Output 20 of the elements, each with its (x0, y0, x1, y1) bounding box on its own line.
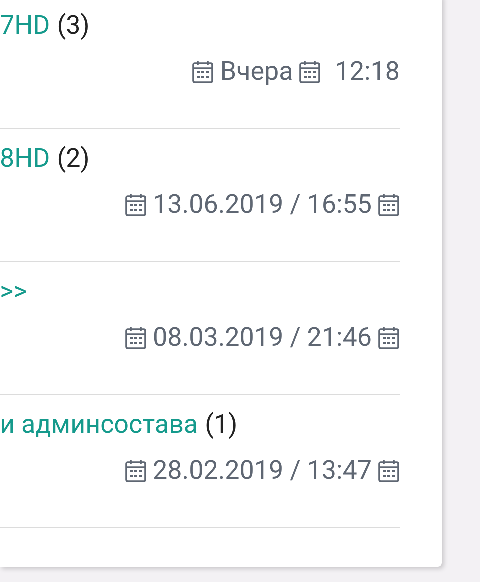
calendar-icon (192, 60, 214, 84)
topic-link[interactable]: 8HD (0, 143, 50, 175)
topic-link[interactable]: и админсостава (0, 409, 198, 441)
calendar-icon (378, 193, 400, 217)
post-datetime: 13.06.2019 / 16:55 (153, 189, 372, 221)
calendar-icon (125, 326, 148, 350)
post-count: (3) (57, 10, 90, 42)
post-datetime: 28.02.2019 / 13:47 (153, 455, 372, 487)
calendar-icon (378, 326, 400, 350)
calendar-icon (125, 459, 148, 483)
post-datetime: 08.03.2019 / 21:46 (153, 322, 372, 354)
post-count: (1) (205, 409, 238, 441)
topic-link[interactable]: >> (0, 276, 28, 308)
post-date: Вчера (220, 56, 294, 88)
calendar-icon (378, 459, 400, 483)
post-time: 12:18 (335, 56, 400, 88)
post-count: (2) (57, 143, 90, 175)
topic-link[interactable]: 7HD (0, 10, 50, 42)
calendar-icon (299, 60, 322, 84)
calendar-icon (125, 193, 148, 217)
